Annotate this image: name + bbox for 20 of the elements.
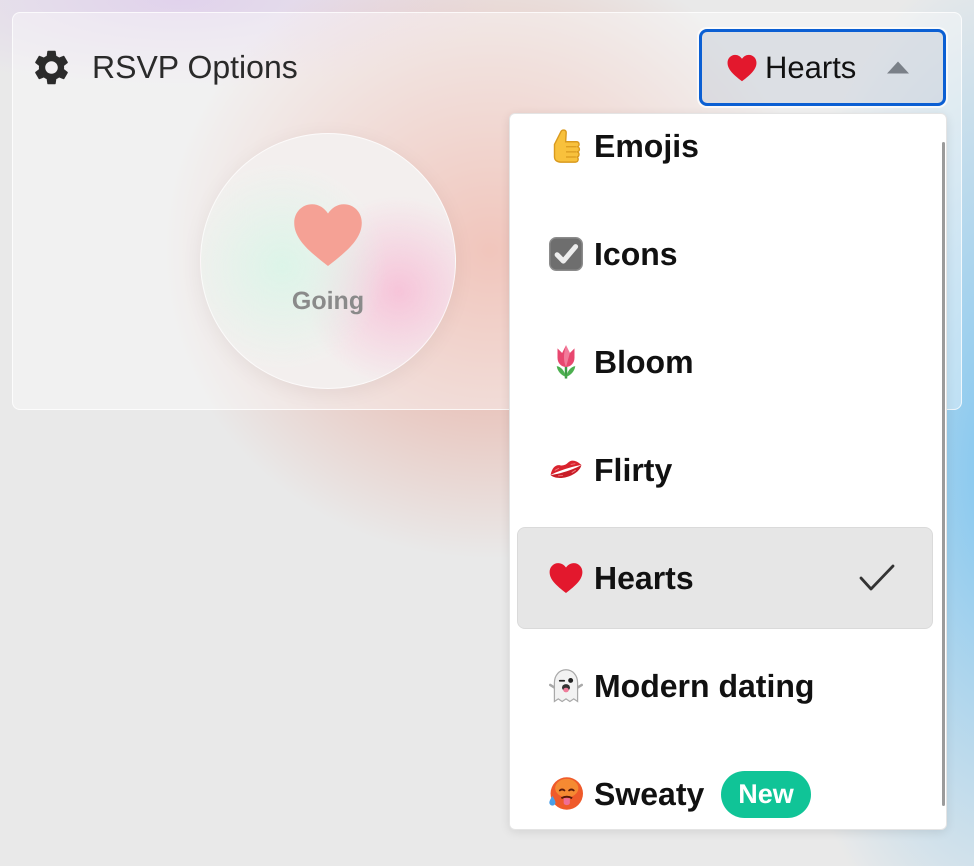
- style-dropdown[interactable]: Hearts: [699, 29, 946, 106]
- heart-icon: [549, 561, 583, 595]
- menu-item[interactable]: Icons: [517, 203, 933, 305]
- label-badge: New: [721, 770, 811, 818]
- hot-face-icon: [549, 777, 583, 811]
- scrollbar-thumb[interactable]: [942, 142, 945, 806]
- menu-item[interactable]: Sweaty New: [517, 743, 933, 829]
- menu-item[interactable]: Flirty: [517, 419, 933, 521]
- checkmark-icon: [859, 563, 895, 593]
- heart-icon: [727, 52, 757, 82]
- menu-item[interactable]: Modern dating: [517, 635, 933, 737]
- menu-item[interactable]: Hearts: [517, 527, 933, 629]
- heart-icon: [293, 203, 363, 267]
- checked-box-icon: [549, 237, 583, 271]
- card-title: RSVP Options: [92, 48, 298, 87]
- menu-item[interactable]: Bloom: [517, 311, 933, 413]
- caret-icon: [886, 61, 910, 74]
- ghost-icon: [549, 669, 583, 703]
- settings-icon: [34, 50, 69, 85]
- menu-item[interactable]: Emojis: [517, 114, 933, 197]
